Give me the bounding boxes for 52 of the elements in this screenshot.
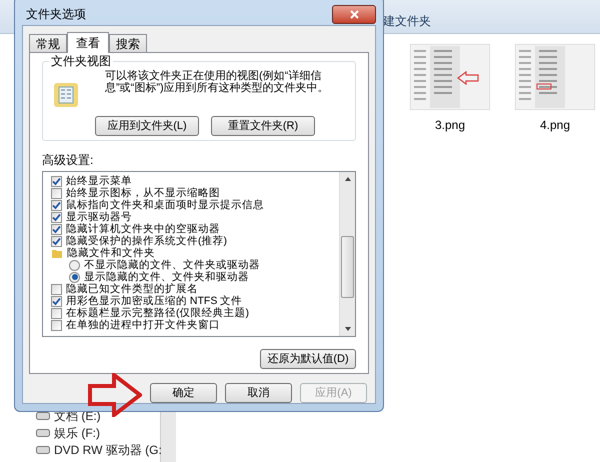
close-button[interactable]: [332, 4, 376, 24]
drive-icon: [36, 412, 50, 420]
setting-label: 隐藏受保护的操作系统文件(推荐): [66, 235, 227, 247]
checkbox[interactable]: [51, 308, 62, 318]
checkmark-icon: [52, 176, 61, 186]
checkbox[interactable]: [51, 200, 62, 210]
checkbox[interactable]: [51, 176, 62, 186]
setting-label: 在标题栏显示完整路径(仅限经典主题): [66, 307, 249, 319]
tab[interactable]: 常规: [29, 34, 67, 52]
file-name: 3.png: [434, 117, 466, 134]
setting-label: 隐藏计算机文件夹中的空驱动器: [66, 223, 220, 235]
toolbar-button[interactable]: 建文件夹: [383, 12, 431, 30]
restore-defaults-button[interactable]: 还原为默认值(D): [260, 349, 356, 369]
scrollbar-thumb[interactable]: [341, 236, 354, 298]
tab[interactable]: 搜索: [109, 34, 147, 52]
folder-button[interactable]: 重置文件夹(R): [211, 116, 315, 136]
drive-icon: [36, 446, 50, 454]
close-icon: [350, 10, 358, 18]
file-name: 4.png: [540, 117, 570, 134]
checkbox[interactable]: [51, 320, 62, 330]
setting-label: 隐藏文件和文件夹: [67, 247, 155, 259]
checkbox[interactable]: [51, 212, 62, 222]
setting-label: 不显示隐藏的文件、文件夹或驱动器: [84, 259, 260, 271]
checkbox[interactable]: [51, 296, 62, 306]
setting-label: 显示隐藏的文件、文件夹和驱动器: [84, 271, 249, 283]
checkbox[interactable]: [51, 224, 62, 234]
drive-label[interactable]: 娱乐 (F:): [54, 424, 100, 442]
section-label: 高级设置:: [42, 152, 94, 169]
checkbox[interactable]: [51, 284, 62, 294]
radio-button[interactable]: [69, 272, 80, 282]
setting-label: 用彩色显示加密或压缩的 NTFS 文件: [66, 295, 242, 307]
setting-label: 始终显示菜单: [66, 175, 132, 187]
setting-label: 始终显示图标，从不显示缩略图: [66, 187, 220, 199]
dialog-button[interactable]: 确定: [150, 383, 217, 403]
setting-label: 在单独的进程中打开文件夹窗口: [66, 319, 220, 331]
tab[interactable]: 查看: [67, 32, 109, 53]
folder-view-icon: [53, 82, 79, 108]
window-title: 文件夹选项: [26, 6, 86, 23]
radio-button[interactable]: [69, 260, 80, 270]
setting-label: 鼠标指向文件夹和桌面项时显示提示信息: [66, 199, 264, 211]
folder-icon: [51, 247, 63, 259]
setting-label: 显示驱动器号: [66, 211, 132, 223]
drive-label[interactable]: DVD RW 驱动器 (G:: [54, 441, 162, 459]
folder-button[interactable]: 应用到文件夹(L): [95, 116, 199, 136]
checkbox[interactable]: [51, 188, 62, 198]
description-text: 可以将该文件夹正在使用的视图(例如“详细信息”或“图标”)应用到所有这种类型的文件夹中。: [105, 70, 330, 96]
dialog-button[interactable]: 取消: [225, 383, 292, 403]
group-title: 文件夹视图: [49, 54, 113, 68]
checkbox[interactable]: [51, 236, 62, 246]
setting-label: 隐藏已知文件类型的扩展名: [66, 283, 198, 295]
checkmark-icon: [52, 296, 61, 306]
drive-icon: [36, 429, 50, 437]
